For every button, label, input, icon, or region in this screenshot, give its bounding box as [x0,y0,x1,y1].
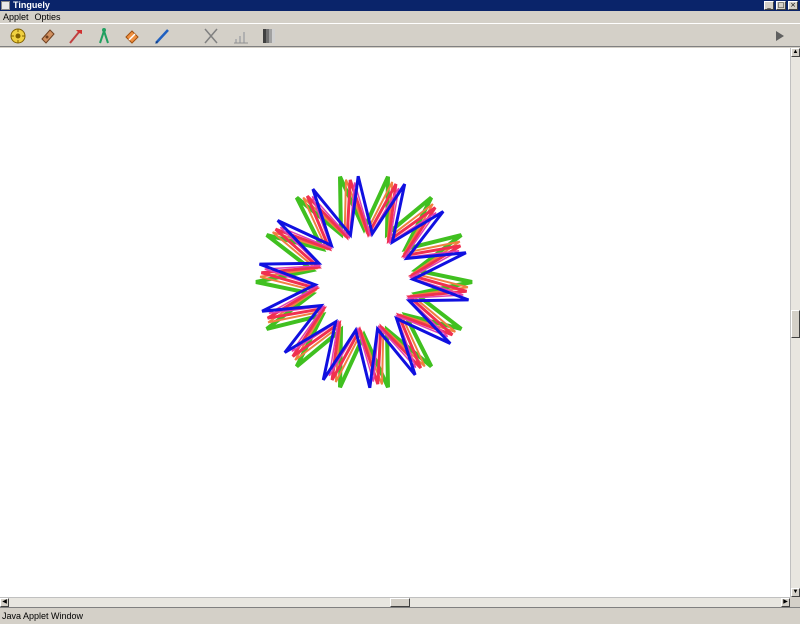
vertical-scroll-thumb[interactable] [791,310,800,338]
scrollbar-corner [790,597,800,607]
pen-icon [155,29,169,44]
play-icon [776,31,784,41]
spiro-layer-0 [255,175,473,389]
close-button[interactable]: × [788,1,798,10]
cross-icon [204,28,218,44]
compass-icon [99,28,109,44]
applet-window: Tinguely _ □ × Applet Opties ▲ ▼ ◀ ▶ Jav… [0,0,800,624]
compass-tool-button[interactable] [94,26,114,46]
pen-tool-button[interactable] [152,26,172,46]
status-bar: Java Applet Window [0,607,800,624]
menu-bar: Applet Opties [0,11,800,23]
pad-tool-button[interactable] [38,26,58,46]
gradient-icon [263,29,275,43]
menu-opties[interactable]: Opties [35,11,61,23]
menu-applet[interactable]: Applet [3,11,29,23]
eraser-pad-icon [41,29,55,44]
gradient-tool-button[interactable] [259,26,279,46]
scroll-down-arrow-icon[interactable]: ▼ [791,588,800,597]
clear-tool-button[interactable] [201,26,221,46]
maximize-button[interactable]: □ [776,1,786,10]
spiro-layer-2 [260,179,468,385]
title-bar[interactable]: Tinguely _ □ × [0,0,800,11]
eraser-tool-button[interactable] [122,26,142,46]
toolbar [0,23,800,47]
horizontal-scroll-thumb[interactable] [390,598,410,607]
spirograph-drawing [255,175,473,389]
gear-wheel-icon [10,28,26,44]
horizontal-scrollbar[interactable]: ◀ ▶ [0,597,790,607]
window-controls: _ □ × [764,1,798,10]
scroll-left-arrow-icon[interactable]: ◀ [0,598,9,607]
minimize-button[interactable]: _ [764,1,774,10]
eraser-icon [125,30,139,44]
vertical-scrollbar[interactable]: ▲ ▼ [790,48,800,597]
status-text: Java Applet Window [2,611,84,621]
bar-chart-icon [234,32,248,44]
play-button[interactable] [770,26,790,46]
app-icon [1,1,10,10]
scroll-up-arrow-icon[interactable]: ▲ [791,48,800,57]
gear-tool-button[interactable] [8,26,28,46]
drawing-canvas[interactable] [0,48,790,597]
bars-tool-button[interactable] [231,26,251,46]
hammer-tool-button[interactable] [66,26,86,46]
hammer-icon [69,30,82,44]
window-title: Tinguely [13,0,50,10]
scroll-right-arrow-icon[interactable]: ▶ [781,598,790,607]
